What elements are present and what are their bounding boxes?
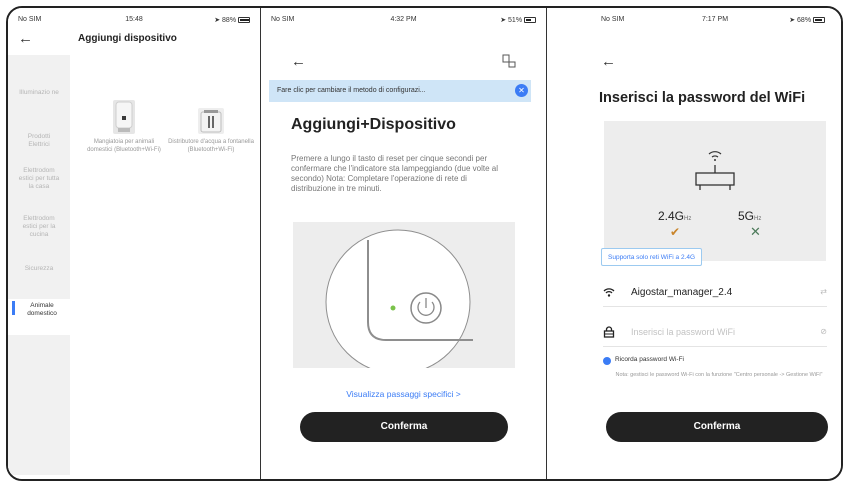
wifi-note: Nota: gestisci le password Wi-Fi con la …	[615, 372, 823, 378]
back-arrow-icon[interactable]: ←	[601, 54, 616, 69]
remember-label: Ricorda password Wi-Fi	[615, 356, 684, 363]
status-bar: No SIM 4:32 PM ➤ 51%	[261, 14, 546, 28]
router-icon	[692, 145, 738, 193]
status-bar: No SIM 7:17 PM ➤ 68%	[547, 14, 841, 28]
band-5g: 5GHz	[738, 209, 761, 223]
back-arrow-icon[interactable]: ←	[18, 31, 33, 46]
reset-instructions-screen: No SIM 4:32 PM ➤ 51% ← Fare clic per cam…	[261, 8, 546, 479]
battery-icon	[524, 17, 536, 24]
add-device-screen: No SIM 15:48 ➤ 88% ← Aggiungi dispositiv…	[8, 8, 260, 479]
device-water-fountain[interactable]: Distributore d'acqua a fontanella (Bluet…	[168, 108, 254, 154]
confirm-button[interactable]: Conferma	[606, 412, 828, 442]
sidebar-item-lighting[interactable]: Illuminazio ne	[8, 89, 70, 97]
status-bar: No SIM 15:48 ➤ 88%	[8, 14, 260, 28]
wifi-password-screen: No SIM 7:17 PM ➤ 68% ← Inserisci la pass…	[547, 8, 841, 479]
battery-text: 51%	[508, 17, 523, 24]
lock-icon	[603, 326, 615, 338]
view-steps-link[interactable]: Visualizza passaggi specifici >	[261, 389, 546, 399]
sidebar-item-security[interactable]: Sicurezza	[8, 265, 70, 273]
password-input[interactable]: Inserisci la password WiFi	[631, 327, 735, 337]
battery-icon	[238, 17, 250, 24]
location-icon: ➤	[214, 17, 221, 24]
close-icon[interactable]: ✕	[515, 84, 528, 97]
ssid-row[interactable]: Aigostar_manager_2.4 ⇄	[603, 284, 827, 302]
location-icon: ➤	[500, 17, 507, 24]
switch-network-icon[interactable]: ⇄	[820, 287, 827, 296]
location-icon: ➤	[789, 17, 796, 24]
sidebar-item-pet[interactable]: Animale domestico	[8, 299, 70, 335]
battery-text: 68%	[797, 17, 812, 24]
battery-indicator: ➤ 88%	[214, 16, 250, 24]
show-password-icon[interactable]: ⊘	[820, 327, 827, 336]
ssid-value: Aigostar_manager_2.4	[631, 287, 733, 298]
confirm-button[interactable]: Conferma	[300, 412, 508, 442]
band-2-4g-value: 2.4G	[658, 209, 685, 223]
check-icon: ✔	[670, 225, 681, 239]
device-label: Distributore d'acqua a fontanella (Bluet…	[168, 139, 254, 153]
composite-frame: No SIM 15:48 ➤ 88% ← Aggiungi dispositiv…	[6, 6, 843, 481]
battery-indicator: ➤ 68%	[789, 16, 825, 24]
band-2-4g-unit: Hz	[684, 216, 692, 222]
sidebar-item-kitchen-appliances[interactable]: Elettrodom estici per la cucina	[8, 215, 70, 239]
device-illustration	[293, 222, 515, 368]
battery-indicator: ➤ 51%	[500, 16, 536, 24]
page-title: Aggiungi dispositivo	[78, 33, 177, 44]
page-title: Inserisci la password del WiFi	[599, 90, 806, 106]
divider	[603, 306, 827, 307]
pet-feeder-icon	[113, 100, 135, 134]
back-arrow-icon[interactable]: ←	[291, 54, 306, 69]
category-sidebar: Illuminazio ne Prodotti Elettrici Elettr…	[8, 55, 70, 475]
remember-checkbox[interactable]	[603, 357, 611, 365]
battery-text: 88%	[222, 17, 237, 24]
device-pet-feeder[interactable]: Mangiatoia per animali domestici (Blueto…	[86, 100, 162, 154]
battery-icon	[813, 17, 825, 24]
password-row[interactable]: Inserisci la password WiFi ⊘	[603, 324, 827, 342]
band-5g-value: 5G	[738, 209, 755, 223]
instructions-text: Premere a lungo il tasto di reset per ci…	[291, 154, 498, 193]
water-fountain-icon	[198, 108, 224, 134]
config-method-banner[interactable]: Fare clic per cambiare il metodo di conf…	[269, 80, 531, 102]
wifi-band-card: 2.4GHz 5GHz ✔ ✕	[604, 121, 826, 261]
device-label: Mangiatoia per animali domestici (Blueto…	[87, 139, 161, 153]
band-5g-unit: Hz	[754, 216, 762, 222]
band-support-tooltip: Supporta solo reti WiFi a 2.4G	[601, 248, 703, 266]
band-2-4g: 2.4GHz	[658, 209, 691, 223]
page-title: Aggiungi+Dispositivo	[291, 116, 456, 133]
divider	[603, 346, 827, 347]
sidebar-item-electrical[interactable]: Prodotti Elettrici	[8, 133, 70, 149]
switch-mode-icon[interactable]	[502, 54, 516, 68]
sidebar-item-home-appliances[interactable]: Elettrodom estici per tutta la casa	[8, 167, 70, 191]
wifi-icon	[603, 286, 615, 298]
cross-icon: ✕	[750, 224, 761, 239]
